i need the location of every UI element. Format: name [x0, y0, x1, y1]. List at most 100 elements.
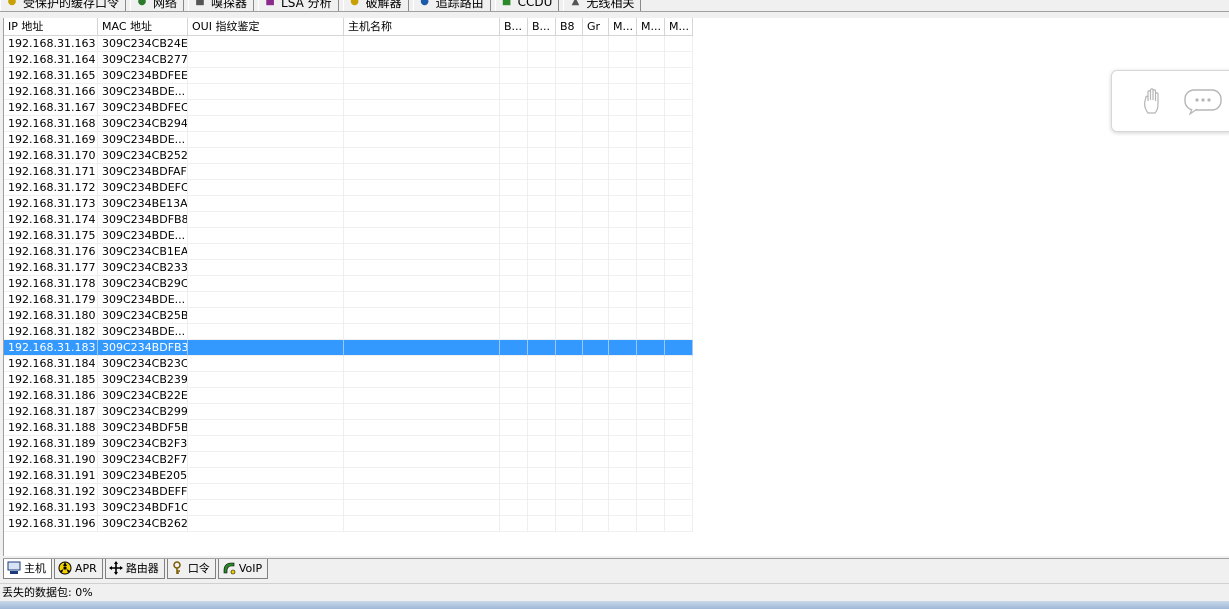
tab-network[interactable]: ● 网络 — [130, 0, 185, 11]
cell-oui — [188, 452, 344, 468]
tab-wireless[interactable]: ▲ 无线相关 — [563, 0, 642, 11]
table-row[interactable]: 192.168.31.167 309C234BDFEC — [4, 100, 1229, 116]
column-header-b8[interactable]: B8 — [556, 18, 583, 36]
column-header-host[interactable]: 主机名称 — [344, 18, 500, 36]
table-row[interactable]: 192.168.31.193 309C234BDF1C — [4, 500, 1229, 516]
cell-b1 — [500, 84, 528, 100]
table-row[interactable]: 192.168.31.176 309C234CB1EA — [4, 244, 1229, 260]
column-header-oui[interactable]: OUI 指纹鉴定 — [188, 18, 344, 36]
cell-ip: 192.168.31.173 — [4, 196, 98, 212]
cell-mac: 309C234BE13A — [98, 196, 188, 212]
cell-mac: 309C234CB29C — [98, 276, 188, 292]
column-header-b1[interactable]: B... — [500, 18, 528, 36]
cell-m3 — [665, 276, 693, 292]
cell-b2 — [528, 196, 556, 212]
table-row[interactable]: 192.168.31.175 309C234BDE... — [4, 228, 1229, 244]
cell-b1 — [500, 516, 528, 532]
tab-password[interactable]: 口令 — [166, 558, 216, 579]
cell-b8 — [556, 276, 583, 292]
table-row[interactable]: 192.168.31.169 309C234BDE... — [4, 132, 1229, 148]
cell-b8 — [556, 356, 583, 372]
cell-b8 — [556, 36, 583, 52]
tab-ccdu[interactable]: ■ CCDU — [494, 0, 560, 11]
cell-b8 — [556, 436, 583, 452]
cell-m3 — [665, 340, 693, 356]
table-row[interactable]: 192.168.31.185 309C234CB239 — [4, 372, 1229, 388]
cell-mac: 309C234CB299 — [98, 404, 188, 420]
cell-b2 — [528, 260, 556, 276]
table-row[interactable]: 192.168.31.186 309C234CB22E — [4, 388, 1229, 404]
cell-m1 — [609, 164, 637, 180]
cell-m1 — [609, 148, 637, 164]
cell-b1 — [500, 420, 528, 436]
tab-sniffer[interactable]: ■ 嗅探器 — [188, 0, 255, 11]
cell-host — [344, 468, 500, 484]
cell-gr — [583, 228, 609, 244]
cell-b2 — [528, 484, 556, 500]
table-row[interactable]: 192.168.31.173 309C234BE13A — [4, 196, 1229, 212]
cell-gr — [583, 420, 609, 436]
tab-router[interactable]: 路由器 — [104, 558, 165, 579]
table-row[interactable]: 192.168.31.184 309C234CB23C — [4, 356, 1229, 372]
table-row[interactable]: 192.168.31.190 309C234CB2F7 — [4, 452, 1229, 468]
column-header-m1[interactable]: M... — [609, 18, 637, 36]
table-row[interactable]: 192.168.31.196 309C234CB262 — [4, 516, 1229, 532]
cell-host — [344, 212, 500, 228]
protected-cache-icon: ● — [7, 0, 17, 7]
chat-bubble-icon[interactable] — [1184, 89, 1224, 115]
column-header-gr[interactable]: Gr — [583, 18, 609, 36]
table-row[interactable]: 192.168.31.172 309C234BDEFC — [4, 180, 1229, 196]
table-row[interactable]: 192.168.31.163 309C234CB24E — [4, 36, 1229, 52]
table-row[interactable]: 192.168.31.166 309C234BDE... — [4, 84, 1229, 100]
cell-m3 — [665, 116, 693, 132]
cell-m3 — [665, 36, 693, 52]
cell-m2 — [637, 148, 665, 164]
table-row[interactable]: 192.168.31.182 309C234BDE... — [4, 324, 1229, 340]
column-header-m3[interactable]: M... — [665, 18, 693, 36]
table-row[interactable]: 192.168.31.191 309C234BE205 — [4, 468, 1229, 484]
table-row[interactable]: 192.168.31.188 309C234BDF5B — [4, 420, 1229, 436]
table-row[interactable]: 192.168.31.179 309C234BDE... — [4, 292, 1229, 308]
table-row[interactable]: 192.168.31.180 309C234CB25B — [4, 308, 1229, 324]
tab-cracker[interactable]: ● 破解器 — [342, 0, 409, 11]
cell-b2 — [528, 468, 556, 484]
cell-oui — [188, 132, 344, 148]
table-row[interactable]: 192.168.31.178 309C234CB29C — [4, 276, 1229, 292]
table-row[interactable]: 192.168.31.177 309C234CB233 — [4, 260, 1229, 276]
cell-m2 — [637, 324, 665, 340]
table-row[interactable]: 192.168.31.164 309C234CB277 — [4, 52, 1229, 68]
tab-host[interactable]: 主机 — [3, 558, 52, 579]
column-header-mac[interactable]: MAC 地址 — [98, 18, 188, 36]
hand-icon[interactable] — [1142, 87, 1164, 115]
table-row[interactable]: 192.168.31.171 309C234BDFAF — [4, 164, 1229, 180]
table-row[interactable]: 192.168.31.170 309C234CB252 — [4, 148, 1229, 164]
cell-m1 — [609, 84, 637, 100]
tab-voip[interactable]: VoIP — [217, 558, 269, 579]
cell-m2 — [637, 260, 665, 276]
cell-mac: 309C234BDE... — [98, 292, 188, 308]
cell-host — [344, 276, 500, 292]
cell-b1 — [500, 404, 528, 420]
tab-apr[interactable]: APR — [54, 558, 103, 579]
tab-lsa[interactable]: ■ LSA 分析 — [258, 0, 339, 11]
host-list-grid[interactable]: IP 地址 MAC 地址 OUI 指纹鉴定 主机名称 B... B... B8 Gr M... M… — [3, 18, 1229, 556]
table-row[interactable]: 192.168.31.187 309C234CB299 — [4, 404, 1229, 420]
table-row[interactable]: 192.168.31.183 309C234BDFB3 — [4, 340, 1229, 356]
tab-traceroute[interactable]: ● 追踪路由 — [412, 0, 491, 11]
table-row[interactable]: 192.168.31.192 309C234BDEFF — [4, 484, 1229, 500]
cell-m2 — [637, 164, 665, 180]
cell-m1 — [609, 388, 637, 404]
cell-m3 — [665, 132, 693, 148]
column-header-b2[interactable]: B... — [528, 18, 556, 36]
tab-protected-cache[interactable]: ● 受保护的缓存口令 — [0, 0, 127, 11]
table-row[interactable]: 192.168.31.174 309C234BDFB8 — [4, 212, 1229, 228]
table-row[interactable]: 192.168.31.165 309C234BDFEE — [4, 68, 1229, 84]
column-header-ip[interactable]: IP 地址 — [4, 18, 98, 36]
column-header-m2[interactable]: M... — [637, 18, 665, 36]
cell-b1 — [500, 276, 528, 292]
table-row[interactable]: 192.168.31.189 309C234CB2F3 — [4, 436, 1229, 452]
cell-m2 — [637, 36, 665, 52]
table-row[interactable]: 192.168.31.168 309C234CB294 — [4, 116, 1229, 132]
cell-b8 — [556, 196, 583, 212]
cell-m1 — [609, 36, 637, 52]
